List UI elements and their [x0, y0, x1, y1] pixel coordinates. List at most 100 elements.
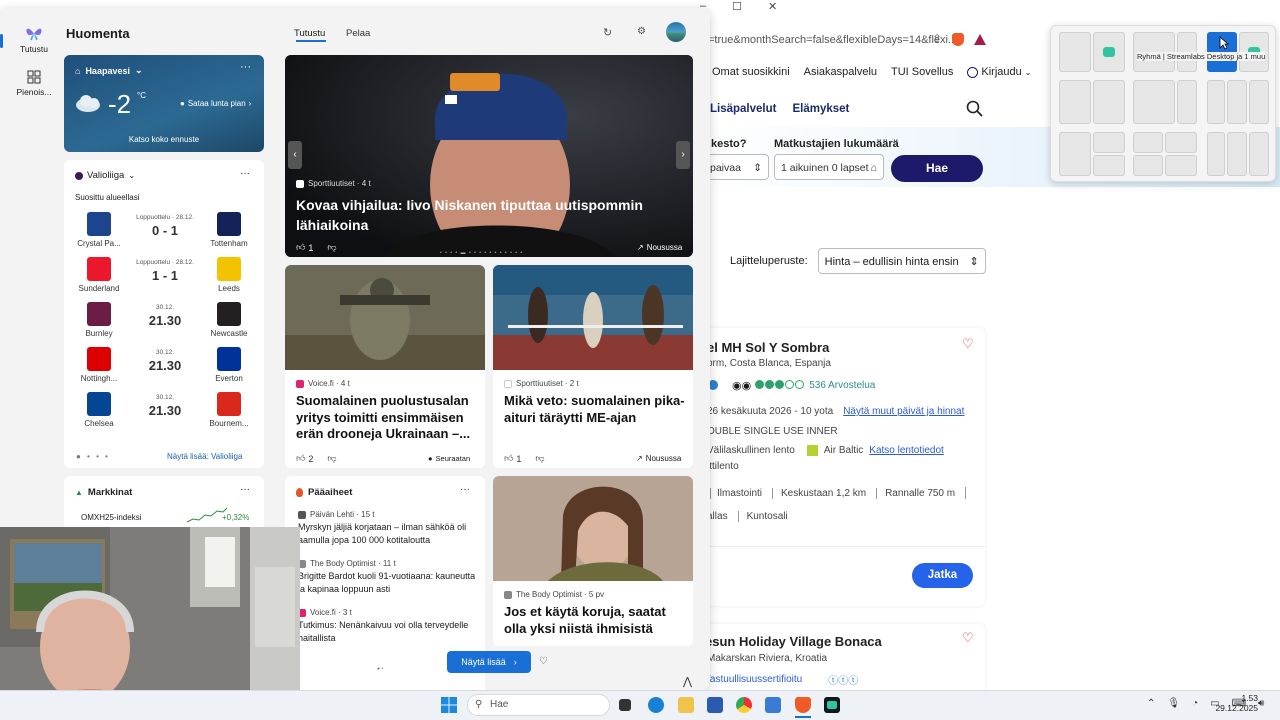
snap-zone[interactable]: [1093, 80, 1125, 124]
reviews-link[interactable]: 536 Arvostelua: [809, 380, 875, 391]
snap-zone[interactable]: [1093, 132, 1125, 153]
start-icon[interactable]: [441, 697, 457, 713]
brave-shield-icon[interactable]: [952, 32, 965, 46]
weather-card[interactable]: ⌂ Haapavesi ⌄ ··· -2 °C ● Sataa lunta pi…: [64, 55, 264, 152]
news-title[interactable]: Suomalainen puolustusalan yritys toimitt…: [296, 393, 478, 443]
location-icon[interactable]: ◔: [1192, 698, 1198, 709]
next-arrow-icon[interactable]: ›: [676, 141, 690, 169]
mail-icon[interactable]: [765, 697, 781, 713]
microphone-icon[interactable]: 🎙︎: [1167, 698, 1180, 709]
headlines-header[interactable]: Pääaiheet: [296, 487, 352, 498]
streamlabs-icon[interactable]: [824, 697, 840, 713]
nav-extras[interactable]: Lisäpalvelut: [710, 103, 776, 115]
travelers-select[interactable]: 1 aikuinen 0 lapset ⌂: [774, 154, 884, 180]
nav-support[interactable]: Asiakaspalvelu: [804, 66, 877, 78]
snap-zone[interactable]: [1093, 32, 1125, 72]
match-row[interactable]: Chelsea 30.12. 21.30 Bournem...: [69, 390, 259, 432]
nordvpn-icon[interactable]: ⋀: [683, 675, 692, 688]
nav-app[interactable]: TUI Sovellus: [891, 66, 953, 78]
dates-link[interactable]: Näytä muut päivät ja hinnat: [843, 406, 964, 417]
hero-news-card[interactable]: ‹ › Sporttiuutiset · 4 t Kovaa vihjailua…: [285, 55, 693, 257]
snap-zone[interactable]: [1207, 80, 1225, 124]
match-row[interactable]: Crystal Pa... Loppuottelu · 28.12. 0 - 1 To…: [69, 210, 259, 252]
volume-icon[interactable]: 🔊︎: [1258, 698, 1264, 709]
headline-item[interactable]: Voice.fi · 3 t Tutkimus: Nenänkaivuu voi…: [298, 608, 483, 645]
headline-item[interactable]: The Body Optimist · 11 t Brigitte Bardot…: [298, 559, 483, 596]
snap-zone[interactable]: [1207, 132, 1225, 176]
clock[interactable]: 1.53 29.12.2025: [1215, 693, 1258, 713]
nav-favorites[interactable]: Omat suosikkini: [712, 66, 790, 78]
like-button[interactable]: 👍︎ 1: [504, 453, 521, 464]
flight-link[interactable]: Katso lentotiedot: [869, 445, 944, 456]
store-icon[interactable]: [707, 697, 723, 713]
news-card[interactable]: The Body Optimist · 5 pv Jos et käytä ko…: [493, 476, 693, 646]
forecast-link[interactable]: Katso koko ennuste: [64, 135, 264, 144]
league-more-link[interactable]: Näytä lisää: Valioliiga: [167, 452, 242, 461]
index-name[interactable]: OMXH25-indeksi: [81, 513, 141, 522]
brave-icon[interactable]: [795, 697, 811, 713]
snap-zone[interactable]: [1059, 32, 1091, 72]
hotel-name[interactable]: el MH Sol Y Sombra: [707, 340, 829, 355]
snap-zone[interactable]: [1133, 80, 1175, 124]
feedback-icon[interactable]: ♡: [539, 656, 548, 667]
continue-button[interactable]: Jatka: [912, 563, 973, 588]
hotel-name[interactable]: esun Holiday Village Bonaca: [705, 634, 882, 649]
heart-icon[interactable]: ♡: [962, 630, 974, 646]
more-icon[interactable]: ···: [460, 484, 470, 495]
nav-experiences[interactable]: Elämykset: [792, 103, 849, 115]
more-icon[interactable]: ···: [240, 168, 250, 179]
match-row[interactable]: Burnley 30.12. 21.30 Newcastle: [69, 300, 259, 342]
headline-item[interactable]: Päivän Lehti · 15 t Myrskyn jäljiä korja…: [298, 510, 483, 547]
sidebar-item-discover[interactable]: Tutustu: [12, 22, 56, 62]
tab-play[interactable]: Pelaa: [346, 28, 370, 39]
avatar[interactable]: [666, 22, 686, 42]
like-button[interactable]: 👍︎ 2: [296, 453, 313, 464]
hero-title[interactable]: Kovaa vihjailua: Iivo Niskanen tiputtaa …: [296, 195, 686, 235]
sort-select[interactable]: Hinta – edullisin hinta ensin ⇕: [817, 248, 986, 274]
task-view-icon[interactable]: [619, 699, 631, 711]
snap-zone[interactable]: [1249, 80, 1269, 124]
snap-zone[interactable]: [1059, 80, 1091, 124]
news-card[interactable]: Sporttiuutiset · 2 t Mikä veto: suomalai…: [493, 265, 693, 468]
close-button[interactable]: ✕: [768, 0, 777, 13]
snap-zone[interactable]: [1227, 132, 1247, 176]
search-button[interactable]: Hae: [891, 155, 983, 182]
brave-rewards-icon[interactable]: [974, 33, 987, 45]
markets-header[interactable]: ▲ Markkinat: [75, 487, 132, 498]
thumbs-down-icon[interactable]: 👎︎: [327, 242, 336, 253]
heart-icon[interactable]: ♡: [962, 336, 974, 352]
snap-zone[interactable]: [1165, 155, 1197, 176]
snap-zone[interactable]: [1165, 132, 1197, 153]
refresh-icon[interactable]: ↻: [603, 26, 612, 39]
snap-zone[interactable]: [1059, 132, 1091, 176]
search-icon[interactable]: [966, 100, 984, 118]
follow-badge[interactable]: ● Seuraatan: [428, 454, 470, 463]
maximize-button[interactable]: ☐: [732, 0, 742, 13]
file-explorer-icon[interactable]: [678, 697, 694, 713]
snap-zone[interactable]: [1093, 155, 1125, 176]
news-title[interactable]: Jos et käytä koruja, saatat olla yksi ni…: [504, 604, 686, 637]
thumbs-down-icon[interactable]: 👎︎: [535, 453, 544, 464]
snap-zone[interactable]: [1133, 132, 1163, 153]
show-more-button[interactable]: Näytä lisää ›: [447, 651, 531, 673]
share-icon[interactable]: ⇪: [932, 32, 942, 46]
like-button[interactable]: 👍︎ 1: [296, 242, 313, 253]
news-title[interactable]: Mikä veto: suomalainen pika-aituri täräy…: [504, 393, 686, 426]
snap-zone[interactable]: [1227, 80, 1247, 124]
more-icon[interactable]: ···: [240, 484, 250, 495]
taskbar-search[interactable]: ⚲ Hae: [467, 694, 610, 716]
nav-login[interactable]: Kirjaudu ⌄: [967, 66, 1031, 78]
settings-icon[interactable]: ⚙: [637, 26, 646, 37]
prev-arrow-icon[interactable]: ‹: [288, 141, 302, 169]
snap-zone[interactable]: [1133, 155, 1163, 176]
edge-icon[interactable]: [648, 697, 664, 713]
sidebar-item-widgets[interactable]: Pienois...: [12, 68, 56, 108]
match-row[interactable]: Nottingh... 30.12. 21.30 Everton: [69, 345, 259, 387]
duration-select[interactable]: paivaa ⇕: [703, 154, 769, 180]
tab-discover[interactable]: Tutustu: [294, 28, 325, 39]
thumbs-down-icon[interactable]: 👎︎: [327, 453, 336, 464]
snap-zone[interactable]: [1249, 132, 1269, 176]
more-icon[interactable]: ···: [240, 61, 251, 73]
news-card[interactable]: Voice.fi · 4 t Suomalainen puolustusalan…: [285, 265, 485, 468]
tray-chevron-icon[interactable]: ⌃: [1147, 698, 1155, 709]
